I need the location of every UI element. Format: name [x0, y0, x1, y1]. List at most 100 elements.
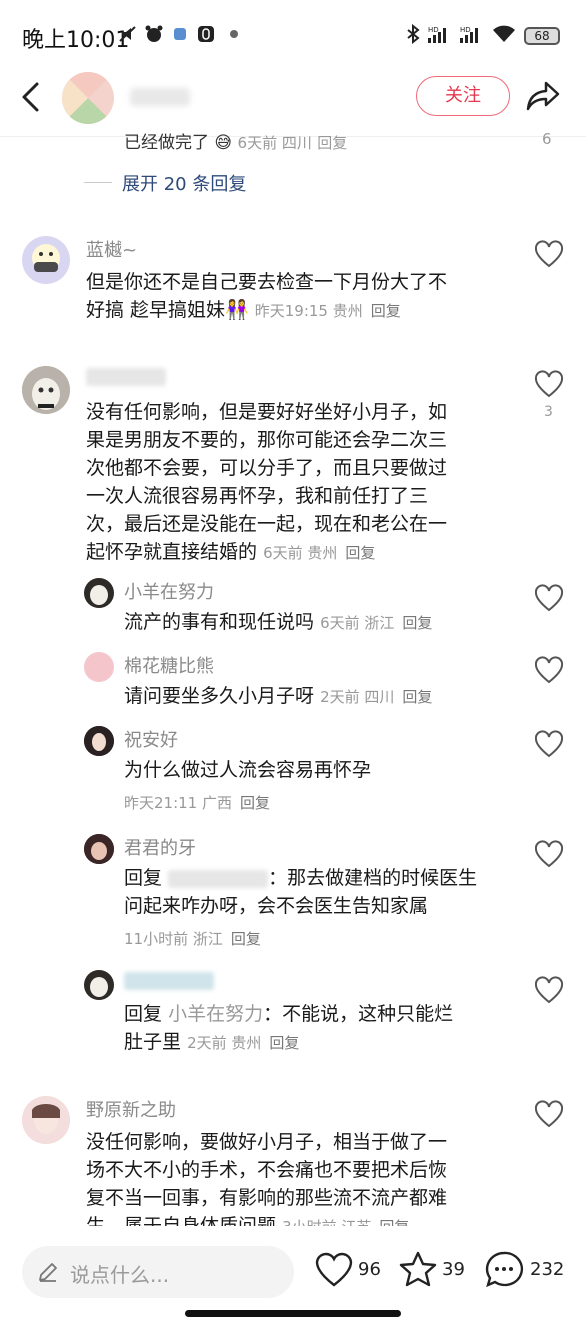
svg-text:HD: HD [460, 26, 471, 34]
header: 关注 [0, 66, 586, 132]
comment-text-line: 但是你还不是自己要去检查一下月份大了不 [86, 271, 448, 293]
avatar[interactable] [84, 970, 114, 1000]
avatar[interactable] [84, 578, 114, 608]
comment-text-tail: 起怀孕就直接结婚的 [86, 541, 258, 563]
avatar[interactable] [22, 366, 70, 414]
comment-text-line: 生，属于自身体质问题 3小时前 江苏回复 [86, 1212, 526, 1226]
comment-time: 昨天19:15 贵州 [254, 302, 363, 320]
heart-icon[interactable] [534, 370, 564, 400]
comment-text: 没有任何影响，但是要好好坐好小月子，如 果是男朋友不要的，那你可能还会孕二次三 … [86, 398, 526, 567]
reply-time: 昨天21:11 广西 [124, 794, 232, 812]
partial-reply: 已经做完了 😅 6天前 四川 回复 [124, 128, 564, 150]
expand-divider [84, 182, 112, 183]
comment-meta: 昨天19:15 贵州 回复 [255, 302, 401, 320]
reply-author[interactable]: 棉花糖比熊 [124, 652, 214, 678]
reply-button[interactable]: 回复 [345, 544, 375, 562]
comment-text-line: 没有任何影响，但是要好好坐好小月子，如 [86, 401, 448, 423]
avatar-image [22, 1096, 70, 1144]
bottom-action-bar: 说点什么... 96 39 232 [0, 1236, 586, 1334]
avatar[interactable] [84, 652, 114, 682]
avatar[interactable] [84, 834, 114, 864]
signal-hd-icon-2: HD [460, 26, 478, 43]
reply-meta: 6天前 浙江 回复 [320, 614, 432, 632]
comment-time: 6天前 贵州 [263, 544, 338, 562]
heart-icon[interactable] [534, 730, 564, 760]
avatar[interactable] [22, 236, 70, 284]
reply-button[interactable]: 回复 [231, 930, 261, 948]
app-notification-icon-2 [198, 26, 214, 42]
author-avatar[interactable] [62, 72, 114, 124]
heart-icon[interactable] [534, 584, 564, 614]
reply-button[interactable]: 回复 [402, 688, 432, 706]
back-button[interactable] [16, 80, 46, 114]
comment-text-line: 好搞 趁早搞姐妹👭 昨天19:15 贵州 回复 [86, 296, 516, 325]
reply-author[interactable]: 小羊在努力 [124, 578, 214, 604]
star-total: 39 [442, 1259, 465, 1280]
avatar-image [84, 726, 114, 756]
comment-text: 没任何影响，要做好小月子，相当于做了一 场不大不小的手术，不会痛也不要把术后恢 … [86, 1128, 526, 1226]
emoji-icon: 😅 [214, 133, 238, 150]
partial-reply-meta: 6天前 四川 [237, 134, 312, 150]
reply-text-line: 问起来咋办呀，会不会医生告知家属 [124, 895, 429, 917]
author-name-blurred [130, 88, 190, 106]
reply-text: 为什么做过人流会容易再怀孕 [124, 759, 372, 781]
blurred-name [124, 972, 214, 990]
expand-replies-label[interactable]: 展开 20 条回复 [122, 170, 246, 196]
svg-text:HD: HD [428, 26, 439, 34]
comment-meta: 3小时前 江苏回复 [282, 1218, 409, 1226]
comment-text-line: 次，最后还是没能在一起，现在和老公在一 [86, 513, 448, 535]
status-time: 晚上10:01 [22, 28, 130, 53]
reply-button[interactable]: 回复 [240, 794, 270, 812]
avatar[interactable] [84, 726, 114, 756]
heart-icon[interactable] [314, 1250, 354, 1290]
avatar[interactable] [22, 1096, 70, 1144]
partial-reply-button[interactable]: 回复 [317, 134, 347, 150]
heart-icon[interactable] [534, 840, 564, 870]
reply-button[interactable]: 回复 [379, 1218, 409, 1226]
reply-time: 2天前 贵州 [187, 1034, 262, 1052]
reply-meta: 2天前 四川 回复 [320, 688, 432, 706]
reply-target[interactable]: 小羊在努力 [168, 1003, 263, 1025]
avatar-image [84, 578, 114, 608]
reply-text-content: ：那去做建档的时候医生 [268, 867, 478, 889]
author-avatar-image [62, 72, 114, 124]
pen-icon [39, 1263, 57, 1282]
app-notification-icon-3 [230, 30, 238, 38]
reply-author[interactable]: 君君的牙 [124, 834, 196, 860]
follow-button[interactable]: 关注 [416, 76, 510, 116]
heart-icon[interactable] [534, 976, 564, 1006]
mute-icon [119, 26, 136, 42]
home-indicator [185, 1310, 401, 1317]
comment-text-line: 复不当一回事，有影响的那些流不流产都难 [86, 1187, 448, 1209]
comment-input[interactable]: 说点什么... [22, 1246, 294, 1298]
wifi-icon [493, 25, 515, 42]
share-icon[interactable] [524, 78, 562, 114]
comment-author[interactable]: 野原新之助 [86, 1096, 176, 1122]
reply-time: 6天前 浙江 [320, 614, 395, 632]
reply-button[interactable]: 回复 [402, 614, 432, 632]
heart-icon[interactable] [534, 1100, 564, 1130]
comment-text-tail: 好搞 趁早搞姐妹👭 [86, 299, 249, 321]
reply-prefix: 回复 [124, 867, 163, 889]
reply-button[interactable]: 回复 [371, 302, 401, 320]
blurred-mention [168, 869, 269, 888]
partial-reply-text: 已经做完了 [124, 133, 209, 150]
star-icon[interactable] [398, 1250, 438, 1290]
reply-text: 流产的事有和现任说吗 6天前 浙江 回复 [124, 608, 524, 637]
comment-author-blurred[interactable] [86, 366, 166, 387]
reply-author-blurred[interactable] [124, 970, 214, 991]
comment-author[interactable]: 蓝樾~ [86, 236, 137, 262]
comment-bubble-icon[interactable] [484, 1250, 524, 1290]
alarm-icon [145, 25, 163, 42]
comment-text-line: 一次人流很容易再怀孕，我和前任打了三 [86, 485, 429, 507]
heart-icon[interactable] [534, 240, 564, 270]
reply-meta: 11小时前 浙江 回复 [124, 928, 261, 949]
reply-text-content: ：不能说，这种只能烂 [263, 1003, 454, 1025]
battery-indicator: 68 [524, 27, 560, 45]
reply-time: 11小时前 浙江 [124, 930, 223, 948]
reply-time: 2天前 四川 [320, 688, 395, 706]
reply-button[interactable]: 回复 [269, 1034, 299, 1052]
heart-icon[interactable] [534, 656, 564, 686]
reply-author[interactable]: 祝安好 [124, 726, 178, 752]
reply-text-line: 肚子里 2天前 贵州 回复 [124, 1028, 524, 1057]
